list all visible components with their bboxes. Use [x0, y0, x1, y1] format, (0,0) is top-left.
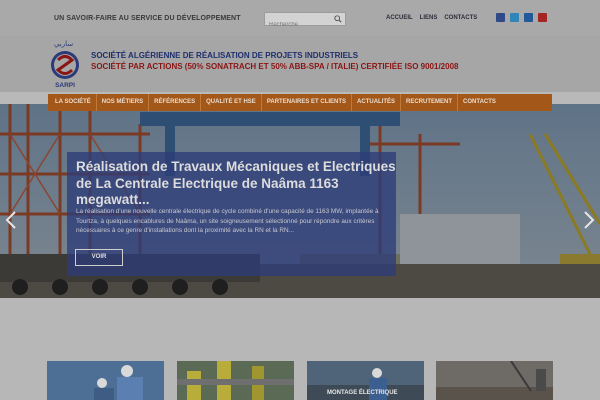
search-box[interactable] [264, 12, 346, 31]
thumbnail-2[interactable] [177, 361, 294, 400]
slider-prev-arrow[interactable] [4, 210, 18, 230]
slide-description: La réalisation d'une nouvelle centrale é… [76, 208, 379, 234]
search-input[interactable] [265, 19, 331, 31]
voir-button[interactable]: VOIR [75, 249, 123, 266]
nav-item-contacts[interactable]: CONTACTS [458, 94, 501, 111]
nav-item-qualite-hse[interactable]: QUALITÉ ET HSE [201, 94, 262, 111]
nav-item-partenaires[interactable]: PARTENAIRES ET CLIENTS [262, 94, 353, 111]
top-nav: ACCUEIL LIENS CONTACTS [386, 15, 477, 21]
nav-item-actualites[interactable]: ACTUALITÉS [352, 94, 402, 111]
slider-next-arrow[interactable] [582, 210, 596, 230]
twitter-icon[interactable] [510, 13, 519, 22]
nav-item-la-societe[interactable]: LA SOCIÉTÉ [50, 94, 97, 111]
top-link-contacts[interactable]: CONTACTS [444, 15, 477, 21]
social-links [496, 13, 547, 22]
nav-item-recrutement[interactable]: RECRUTEMENT [401, 94, 459, 111]
facebook-icon[interactable] [496, 13, 505, 22]
nav-item-nos-metiers[interactable]: NOS MÉTIERS [97, 94, 150, 111]
nav-item-references[interactable]: RÉFÉRENCES [149, 94, 202, 111]
search-icon[interactable] [334, 15, 342, 23]
company-status: SOCIÉTÉ PAR ACTIONS (50% SONATRACH ET 50… [91, 62, 459, 71]
thumbnail-3-label: MONTAGE ÉLECTRIQUE [327, 390, 398, 396]
svg-text:ساربي: ساربي [54, 40, 73, 48]
linkedin-icon[interactable] [524, 13, 533, 22]
top-link-accueil[interactable]: ACCUEIL [386, 15, 413, 21]
company-name: SOCIÉTÉ ALGÉRIENNE DE RÉALISATION DE PRO… [91, 51, 359, 60]
thumbnail-1[interactable] [47, 361, 164, 400]
thumbnail-3[interactable]: MONTAGE ÉLECTRIQUE [307, 361, 424, 400]
slide-title[interactable]: Réalisation de Travaux Mécaniques et Ele… [76, 159, 406, 209]
youtube-icon[interactable] [538, 13, 547, 22]
logo-text: SARPI [55, 82, 75, 89]
main-nav: LA SOCIÉTÉ NOS MÉTIERS RÉFÉRENCES QUALIT… [48, 94, 552, 111]
top-link-liens[interactable]: LIENS [420, 15, 438, 21]
top-bar: UN SAVOIR-FAIRE AU SERVICE DU DÉVELOPPEM… [0, 0, 600, 36]
tagline: UN SAVOIR-FAIRE AU SERVICE DU DÉVELOPPEM… [54, 15, 241, 22]
thumbnail-4[interactable] [436, 361, 553, 400]
site-header: ساربي SARPI SOCIÉTÉ ALGÉRIENNE DE RÉALIS… [0, 36, 600, 92]
sarpi-logo[interactable]: ساربي SARPI [46, 38, 84, 90]
